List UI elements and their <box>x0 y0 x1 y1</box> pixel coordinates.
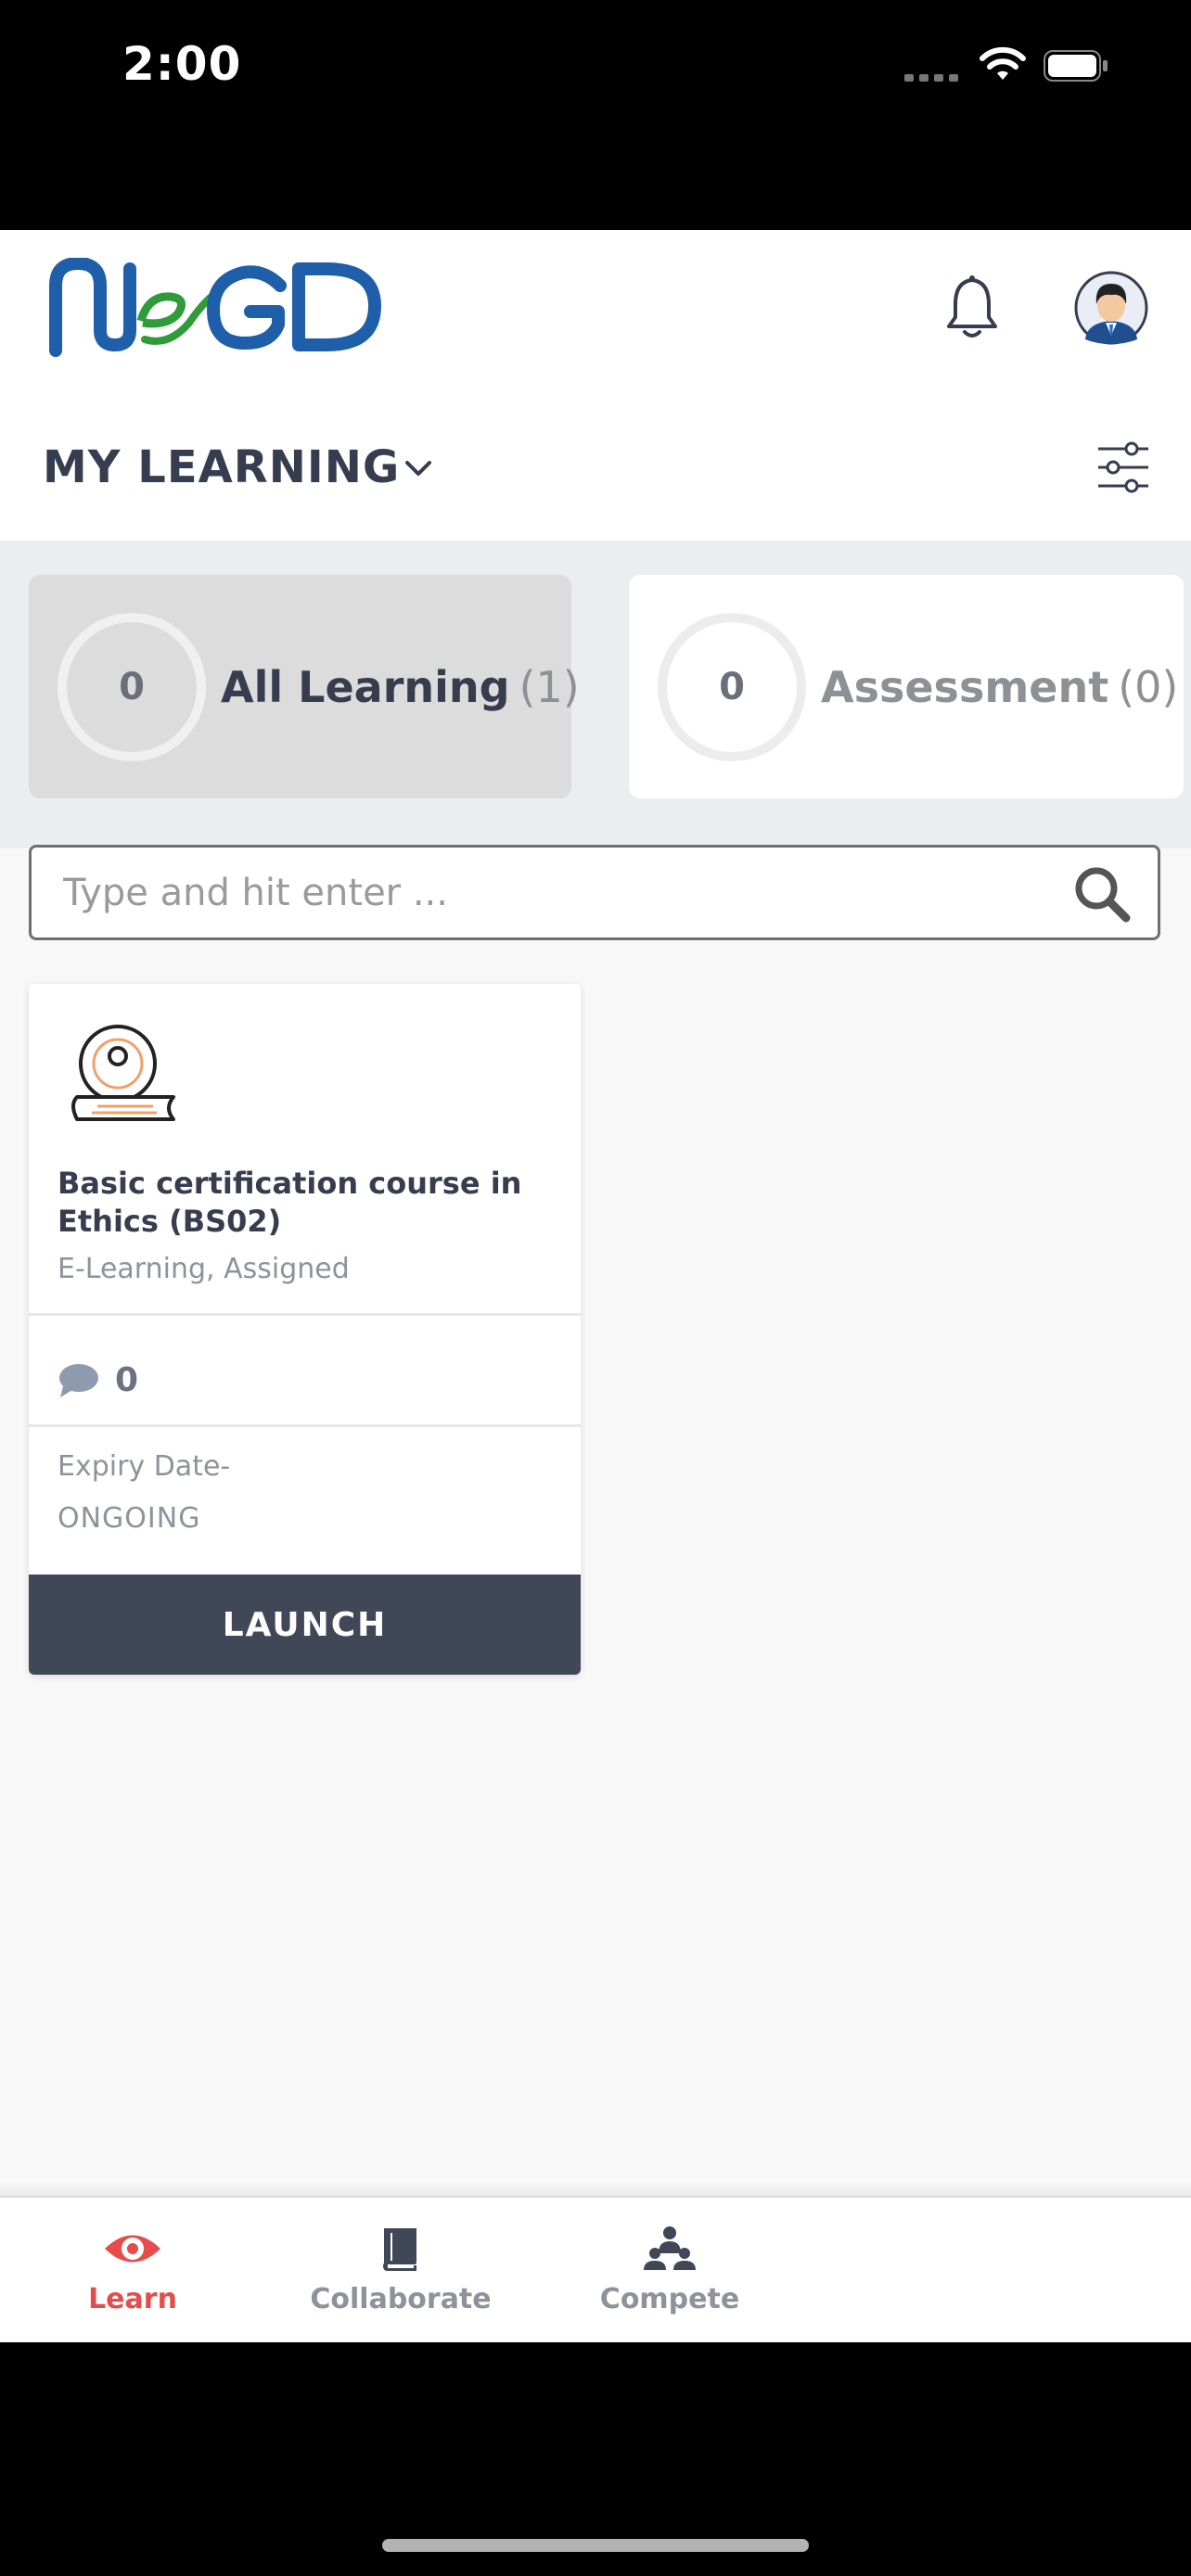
home-indicator[interactable] <box>382 2539 809 2552</box>
tab-label: Assessment (0) <box>821 661 1179 712</box>
page-title: MY LEARNING <box>43 441 401 493</box>
comment-icon <box>59 1363 98 1397</box>
nav-label: Compete <box>599 2283 740 2315</box>
avatar[interactable] <box>1074 271 1148 345</box>
book-icon <box>382 2228 416 2271</box>
course-type: E-Learning, Assigned <box>58 1253 350 1285</box>
status-bar: 2:00 <box>0 0 1191 139</box>
nav-compete[interactable]: Compete <box>568 2225 772 2315</box>
expiry-value: ONGOING <box>58 1502 201 1535</box>
app-screen: MY LEARNING 0 All Learning (1) 0 Assessme… <box>0 230 1191 2342</box>
launch-button[interactable]: LAUNCH <box>29 1575 581 1675</box>
tab-count: 0 <box>719 665 745 708</box>
filter-sliders-icon[interactable] <box>1096 440 1150 495</box>
progress-ring: 0 <box>658 612 806 761</box>
bottom-nav: Learn Collaborate Compete <box>0 2196 1191 2342</box>
status-time: 2:00 <box>122 37 242 91</box>
group-icon <box>644 2226 696 2270</box>
comment-count: 0 <box>115 1361 139 1399</box>
cellular-signal-icon <box>904 74 958 82</box>
negd-logo[interactable] <box>48 258 386 360</box>
my-learning-dropdown[interactable]: MY LEARNING <box>43 441 435 493</box>
tab-label: All Learning (1) <box>221 661 580 712</box>
tab-all-learning[interactable]: 0 All Learning (1) <box>29 575 580 798</box>
chevron-down-icon <box>405 461 432 476</box>
app-header: MY LEARNING <box>0 230 1191 541</box>
nav-collaborate[interactable]: Collaborate <box>299 2225 503 2315</box>
nav-label: Collaborate <box>310 2283 492 2315</box>
progress-ring: 0 <box>58 612 206 761</box>
search-input[interactable] <box>61 870 1039 915</box>
tab-total: (0) <box>1118 661 1179 712</box>
search-box <box>29 845 1160 940</box>
course-thumbnail-icon <box>71 1025 175 1121</box>
comments[interactable]: 0 <box>58 1361 138 1399</box>
expiry-label: Expiry Date- <box>58 1450 231 1483</box>
divider <box>29 1424 581 1427</box>
tab-total: (1) <box>519 661 580 712</box>
tab-count: 0 <box>119 665 145 708</box>
course-card[interactable]: Basic certification course in Ethics (BS… <box>29 984 581 1675</box>
divider <box>29 1313 581 1316</box>
nav-learn[interactable]: Learn <box>31 2225 235 2315</box>
search-icon[interactable] <box>1072 864 1132 924</box>
tab-assessment[interactable]: 0 Assessment (0) <box>629 575 1184 798</box>
battery-icon <box>1044 50 1108 82</box>
eye-icon <box>105 2235 160 2263</box>
course-title: Basic certification course in Ethics (BS… <box>58 1166 522 1239</box>
nav-label: Learn <box>88 2283 177 2315</box>
bell-icon[interactable] <box>944 274 1000 341</box>
wifi-icon <box>980 46 1026 80</box>
learning-tabs: 0 All Learning (1) 0 Assessment (0) <box>0 541 1191 848</box>
